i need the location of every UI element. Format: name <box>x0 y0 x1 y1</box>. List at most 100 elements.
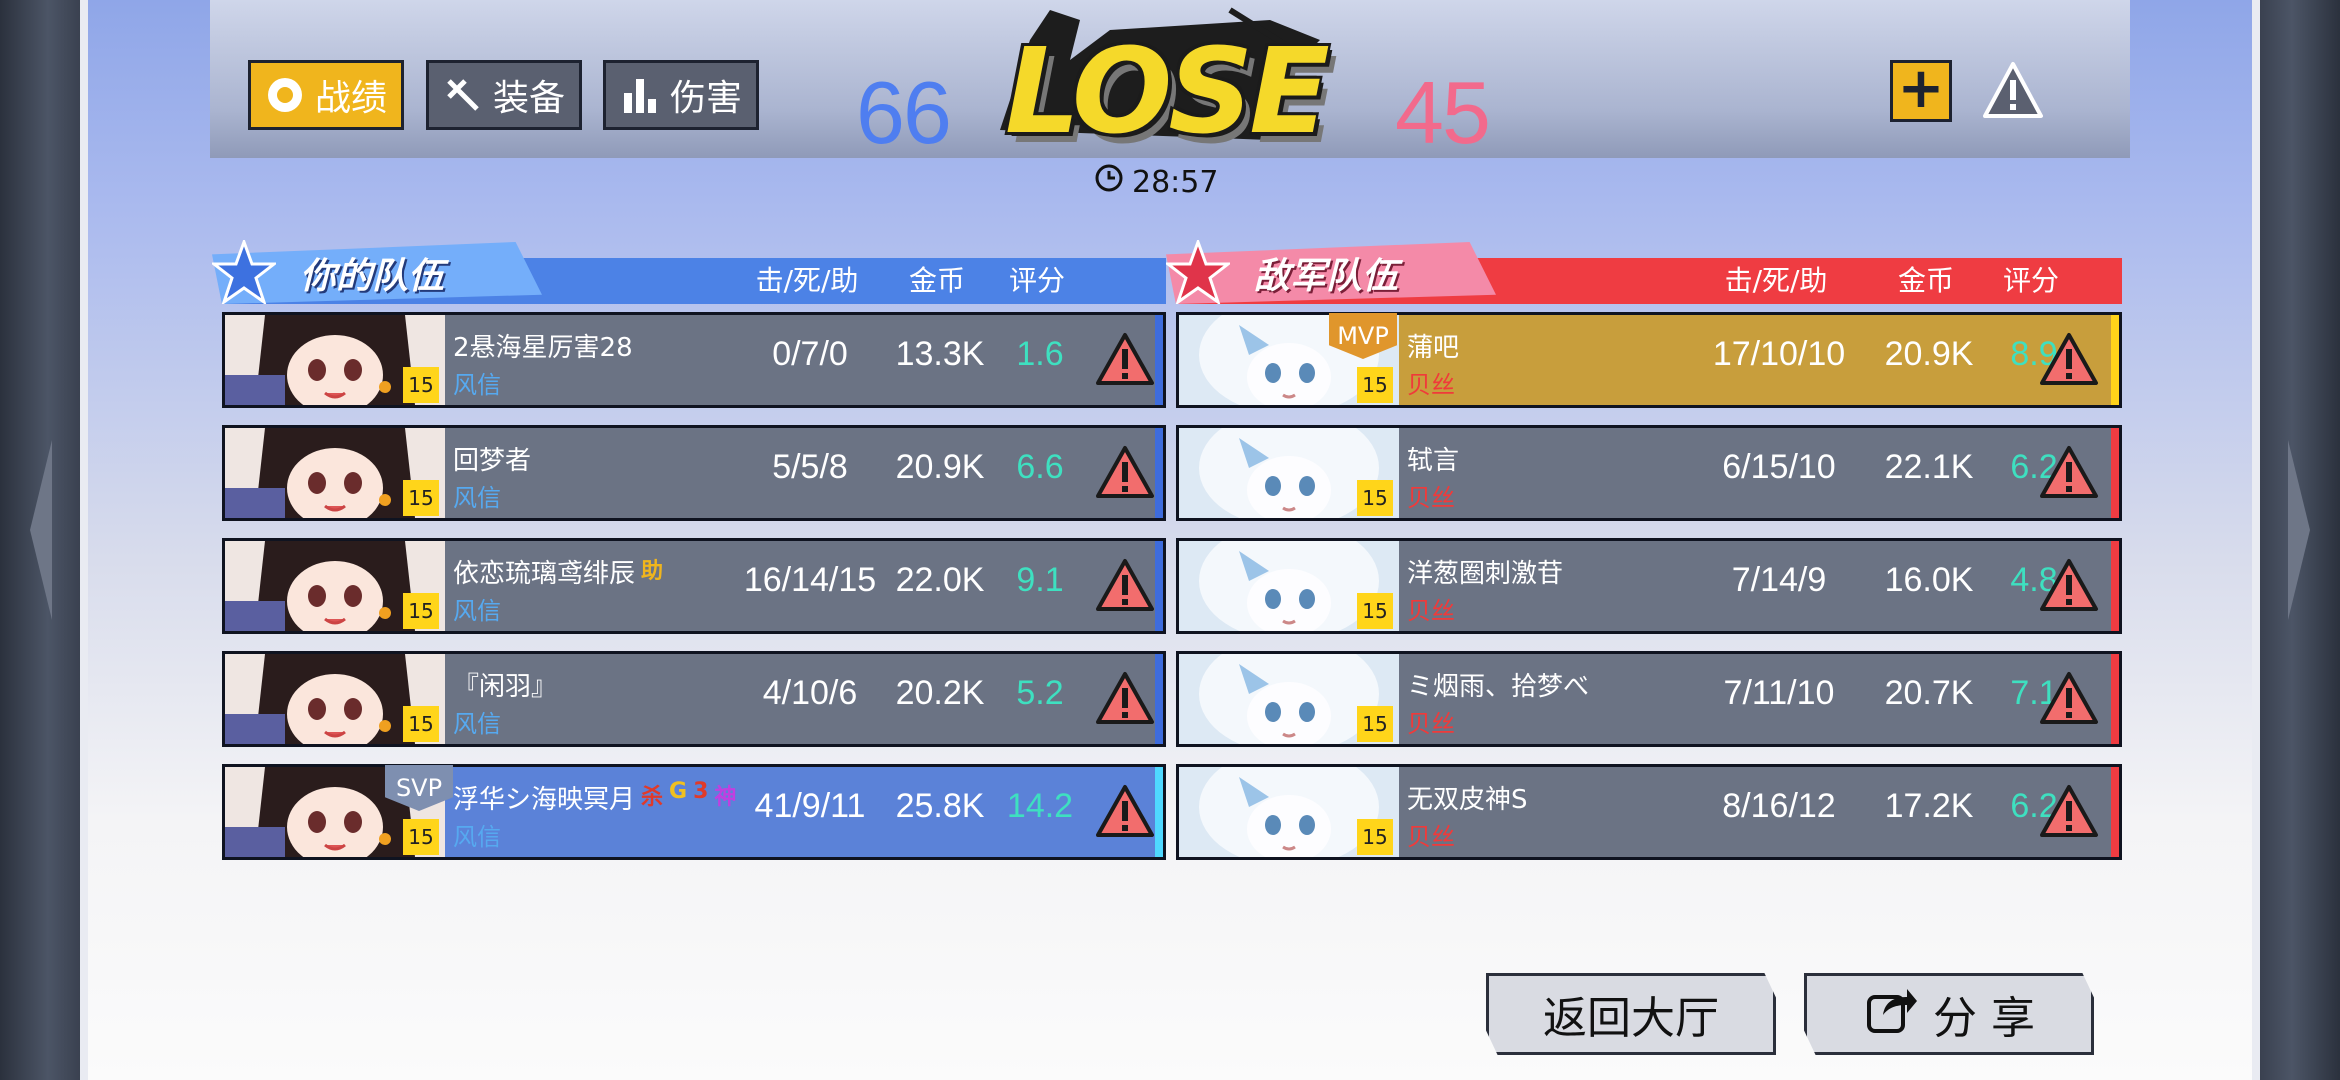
kda-value: 16/14/15 <box>743 561 877 599</box>
player-row[interactable]: 15 洋葱圈刺激苷 贝丝 7/14/9 16.0K 4.8 <box>1176 538 2122 634</box>
player-name-text: 『闲羽』 <box>453 672 558 702</box>
player-row[interactable]: MVP 15 蒲吧 贝丝 17/10/10 20.9K 8.9 <box>1176 312 2122 408</box>
row-accent <box>2111 428 2119 518</box>
hero-name: 贝丝 <box>1407 597 1455 625</box>
add-button[interactable]: + <box>1890 60 1952 122</box>
tab-label: 伤害 <box>669 78 742 119</box>
row-accent <box>1155 654 1163 744</box>
tab-record[interactable]: 战绩 <box>248 60 404 130</box>
star-icon <box>1166 240 1230 304</box>
team-title: 敌军队伍 <box>1254 256 1399 297</box>
player-row[interactable]: 15 『闲羽』 风信 4/10/6 20.2K 5.2 <box>222 651 1166 747</box>
level-badge: 15 <box>1357 593 1393 629</box>
right-frame <box>2260 0 2340 1080</box>
row-accent <box>1155 541 1163 631</box>
kda-value: 41/9/11 <box>754 787 866 825</box>
column-kda: 击/死/助 <box>1724 264 1828 297</box>
player-name: 回梦者 <box>453 440 531 477</box>
report-player-icon[interactable] <box>2039 444 2099 500</box>
row-accent <box>2111 654 2119 744</box>
player-name-text: 洋葱圈刺激苷 <box>1407 559 1564 589</box>
achievement-badge: 3 <box>693 779 709 804</box>
achievement-badge: 神 <box>714 785 737 810</box>
hero-name: 贝丝 <box>1407 484 1455 512</box>
player-row[interactable]: 15 回梦者 风信 5/5/8 20.9K 6.6 <box>222 425 1166 521</box>
kda-value: 5/5/8 <box>772 448 848 486</box>
hero-name: 贝丝 <box>1407 823 1455 851</box>
player-name-text: 蒲吧 <box>1407 333 1460 363</box>
hero-name: 风信 <box>453 371 501 399</box>
player-row[interactable]: 15 2悬海星厉害28 风信 0/7/0 13.3K 1.6 <box>222 312 1166 408</box>
player-name-text: 回梦者 <box>453 446 532 476</box>
report-player-icon[interactable] <box>1095 444 1155 500</box>
tab-equipment[interactable]: 装备 <box>426 60 582 130</box>
player-name: 2悬海星厉害28 <box>453 327 633 364</box>
report-icon[interactable] <box>1982 60 2044 122</box>
return-lobby-button[interactable]: 返回大厅 <box>1486 973 1776 1055</box>
hero-name: 贝丝 <box>1407 710 1455 738</box>
player-name-text: ミ烟雨、拾梦べ <box>1407 672 1590 702</box>
enemy-team-header: 敌军队伍 击/死/助 金币 评分 <box>1166 240 2122 304</box>
level-badge: 15 <box>1357 367 1393 403</box>
column-rating: 评分 <box>1008 264 1065 297</box>
report-player-icon[interactable] <box>2039 670 2099 726</box>
button-label: 分 享 <box>1933 993 2035 1044</box>
hero-name: 风信 <box>453 484 501 512</box>
player-row[interactable]: SVP 15 浮华シ海映冥月杀 G 3 神风信 41/9/11 25.8K 14.2 <box>222 764 1166 860</box>
kda-value: 4/10/6 <box>762 674 858 712</box>
player-name: 无双皮神S <box>1407 779 1528 816</box>
ring-icon <box>265 75 305 115</box>
equipment-icon <box>443 75 483 115</box>
kda-value: 0/7/0 <box>772 335 848 373</box>
hero-name: 风信 <box>453 823 501 851</box>
ally-team-header: 你的队伍 击/死/助 金币 评分 <box>212 240 1166 304</box>
kda-value: 7/11/10 <box>1723 674 1835 712</box>
player-row[interactable]: 15 依恋琉璃鸢绯辰助风信 16/14/15 22.0K 9.1 <box>222 538 1166 634</box>
player-name-text: 轼言 <box>1407 446 1460 476</box>
row-accent <box>2111 315 2119 405</box>
kda-value: 8/16/12 <box>1722 787 1836 825</box>
hero-name: 风信 <box>453 597 501 625</box>
red-team-score: 45 <box>1395 63 1491 162</box>
report-player-icon[interactable] <box>1095 557 1155 613</box>
player-name: 蒲吧 <box>1407 327 1459 364</box>
player-name-text: 依恋琉璃鸢绯辰 <box>453 559 636 589</box>
gold-value: 20.9K <box>1884 335 1974 373</box>
tab-damage[interactable]: 伤害 <box>603 60 759 130</box>
column-gold: 金币 <box>1897 264 1954 297</box>
kda-value: 7/14/9 <box>1731 561 1827 599</box>
player-name-text: 2悬海星厉害28 <box>453 333 633 363</box>
hero-name: 风信 <box>453 710 501 738</box>
row-accent <box>1155 767 1163 857</box>
row-accent <box>2111 767 2119 857</box>
report-player-icon[interactable] <box>1095 783 1155 839</box>
achievement-badge: 助 <box>641 559 664 584</box>
player-row[interactable]: 15 无双皮神S 贝丝 8/16/12 17.2K 6.2 <box>1176 764 2122 860</box>
player-row[interactable]: 15 ミ烟雨、拾梦べ 贝丝 7/11/10 20.7K 7.1 <box>1176 651 2122 747</box>
team-title: 你的队伍 <box>300 256 445 297</box>
tab-label: 战绩 <box>314 78 387 119</box>
rating-value: 5.2 <box>1016 674 1064 712</box>
rating-value: 14.2 <box>1006 787 1074 825</box>
row-accent <box>1155 315 1163 405</box>
gold-value: 16.0K <box>1884 561 1974 599</box>
player-name: ミ烟雨、拾梦べ <box>1407 666 1589 703</box>
right-arrow-icon <box>2288 440 2310 620</box>
blue-team-score: 66 <box>856 63 952 162</box>
report-player-icon[interactable] <box>2039 331 2099 387</box>
button-label: 返回大厅 <box>1543 993 1719 1044</box>
level-badge: 15 <box>1357 706 1393 742</box>
player-name-text: 无双皮神S <box>1407 785 1528 815</box>
player-row[interactable]: 15 轼言 贝丝 6/15/10 22.1K 6.2 <box>1176 425 2122 521</box>
report-player-icon[interactable] <box>1095 331 1155 387</box>
share-button[interactable]: 分 享 <box>1804 973 2094 1055</box>
report-player-icon[interactable] <box>2039 557 2099 613</box>
report-player-icon[interactable] <box>2039 783 2099 839</box>
level-badge: 15 <box>403 367 439 403</box>
report-player-icon[interactable] <box>1095 670 1155 726</box>
result-text: LOSE <box>1005 22 1330 160</box>
achievement-badge: 杀 <box>641 785 664 810</box>
result-banner: LOSE <box>960 0 1360 160</box>
achievement-badge: G <box>669 779 688 804</box>
player-name: 轼言 <box>1407 440 1459 477</box>
